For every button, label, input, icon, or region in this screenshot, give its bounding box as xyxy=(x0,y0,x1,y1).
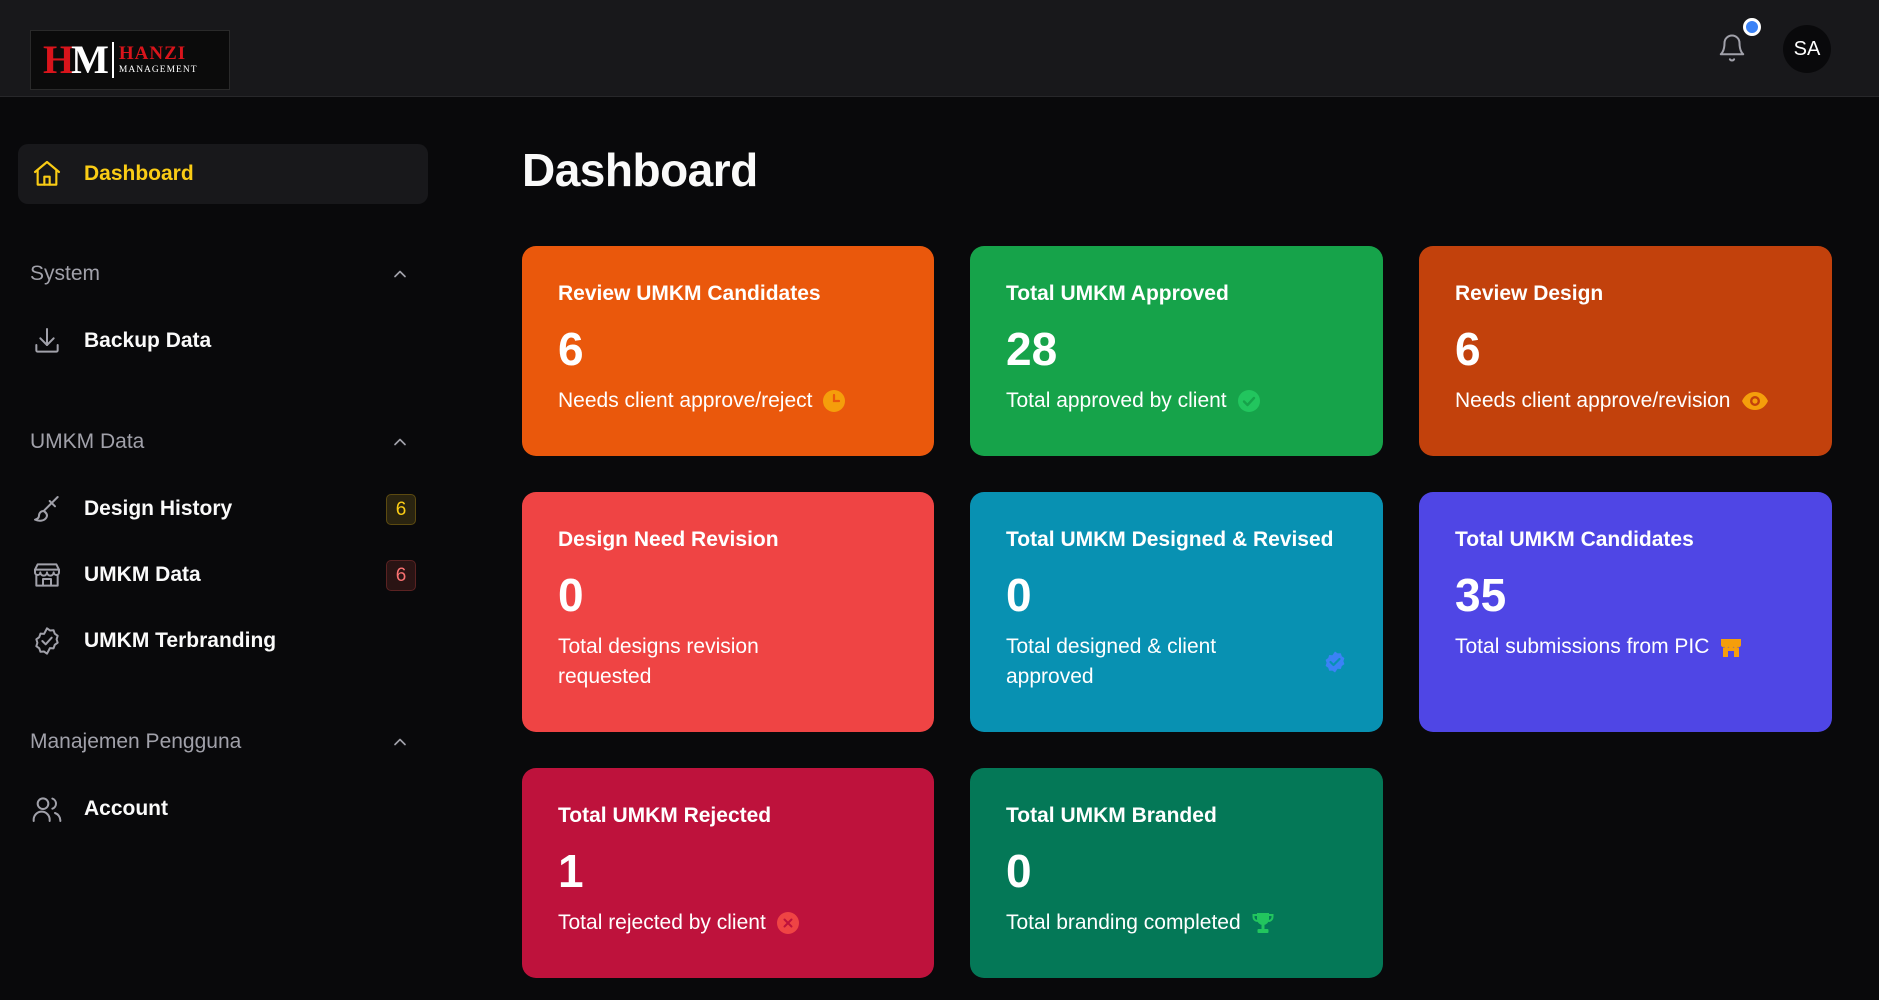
users-icon xyxy=(30,792,64,826)
card-description-text: Needs client approve/revision xyxy=(1455,389,1731,412)
card-description: Total branding completed xyxy=(1006,908,1347,938)
sidebar-item-account[interactable]: Account xyxy=(30,784,416,834)
top-bar: HM HANZI MANAGEMENT SA xyxy=(0,0,1879,97)
logo-subtitle: MANAGEMENT xyxy=(118,65,198,76)
company-logo[interactable]: HM HANZI MANAGEMENT xyxy=(30,30,230,90)
card-review-umkm-candidates[interactable]: Review UMKM Candidates 6 Needs client ap… xyxy=(522,246,934,456)
card-description: Total submissions from PIC xyxy=(1455,632,1796,662)
chevron-up-icon xyxy=(394,438,406,446)
card-value: 0 xyxy=(558,569,584,621)
sidebar-item-label: UMKM Data xyxy=(84,563,201,586)
sidebar-item-dashboard[interactable]: Dashboard xyxy=(18,144,428,204)
x-circle-icon xyxy=(776,912,799,934)
sidebar-item-label: Account xyxy=(84,797,168,820)
store-icon xyxy=(1721,639,1742,657)
chevron-up-icon xyxy=(394,270,406,278)
eye-icon xyxy=(1742,392,1769,410)
count-badge: 6 xyxy=(386,494,416,525)
sidebar-item-label: Design History xyxy=(84,497,233,520)
download-icon xyxy=(30,324,64,358)
card-value: 6 xyxy=(1455,323,1481,375)
card-description-text: Needs client approve/reject xyxy=(558,389,813,412)
sidebar-item-label: UMKM Terbranding xyxy=(84,629,277,652)
store-icon xyxy=(30,558,64,592)
count-badge: 6 xyxy=(386,560,416,591)
notification-dot xyxy=(1743,18,1761,36)
card-title: Total UMKM Approved xyxy=(1006,282,1229,305)
card-value: 35 xyxy=(1455,569,1507,621)
logo-divider xyxy=(111,42,114,78)
logo-text: HANZI MANAGEMENT xyxy=(119,44,198,76)
card-title: Total UMKM Rejected xyxy=(558,804,772,827)
section-umkm-data-toggle[interactable]: UMKM Data xyxy=(30,427,415,457)
logo-brand: HANZI xyxy=(118,43,187,65)
sidebar-item-backup-data[interactable]: Backup Data xyxy=(30,316,416,366)
check-circle-icon xyxy=(1237,390,1260,412)
card-total-umkm-rejected[interactable]: Total UMKM Rejected 1 Total rejected by … xyxy=(522,768,934,978)
avatar[interactable]: SA xyxy=(1783,25,1831,73)
sidebar-item-design-history[interactable]: Design History 6 xyxy=(30,484,416,534)
card-description-text: Total designs revision requested xyxy=(558,635,759,688)
card-description: Needs client approve/reject xyxy=(558,386,898,416)
card-description: Total approved by client xyxy=(1006,386,1347,416)
sidebar-item-umkm-data[interactable]: UMKM Data 6 xyxy=(30,550,416,600)
card-total-umkm-designed-revised[interactable]: Total UMKM Designed & Revised 0 Total de… xyxy=(970,492,1383,732)
sidebar: Dashboard System Backup Data UMKM Data D… xyxy=(0,97,440,1000)
section-system-toggle[interactable]: System xyxy=(30,259,415,289)
page-title: Dashboard xyxy=(522,144,758,196)
card-description-text: Total submissions from PIC xyxy=(1455,635,1710,658)
card-description-text: Total approved by client xyxy=(1006,389,1227,412)
card-value: 0 xyxy=(1006,569,1032,621)
card-value: 1 xyxy=(558,845,584,897)
chevron-up-icon xyxy=(394,738,406,746)
card-review-design[interactable]: Review Design 6 Needs client approve/rev… xyxy=(1419,246,1832,456)
sidebar-item-label: Dashboard xyxy=(84,162,194,185)
home-icon xyxy=(30,157,64,191)
section-title: Manajemen Pengguna xyxy=(30,730,242,753)
card-total-umkm-approved[interactable]: Total UMKM Approved 28 Total approved by… xyxy=(970,246,1383,456)
brush-icon xyxy=(30,492,64,526)
card-value: 6 xyxy=(558,323,584,375)
card-description: Total rejected by client xyxy=(558,908,898,938)
trophy-icon xyxy=(1252,913,1274,933)
card-total-umkm-candidates[interactable]: Total UMKM Candidates 35 Total submissio… xyxy=(1419,492,1832,732)
card-title: Design Need Revision xyxy=(558,528,779,551)
card-description: Total designs revision requested xyxy=(558,632,898,692)
card-description: Needs client approve/revision xyxy=(1455,386,1796,416)
card-title: Review UMKM Candidates xyxy=(558,282,821,305)
section-manajemen-pengguna-toggle[interactable]: Manajemen Pengguna xyxy=(30,727,415,757)
sidebar-item-umkm-terbranding[interactable]: UMKM Terbranding xyxy=(30,616,416,666)
card-total-umkm-branded[interactable]: Total UMKM Branded 0 Total branding comp… xyxy=(970,768,1383,978)
verified-icon xyxy=(1325,651,1345,673)
card-description-text: Total branding completed xyxy=(1006,911,1241,934)
card-design-need-revision[interactable]: Design Need Revision 0 Total designs rev… xyxy=(522,492,934,732)
section-title: UMKM Data xyxy=(30,430,145,453)
card-value: 0 xyxy=(1006,845,1032,897)
card-value: 28 xyxy=(1006,323,1058,375)
card-title: Review Design xyxy=(1455,282,1604,305)
card-description: Total designed & client approved xyxy=(1006,632,1347,692)
sidebar-item-label: Backup Data xyxy=(84,329,212,352)
section-title: System xyxy=(30,262,101,285)
card-description-text: Total designed & client approved xyxy=(1006,635,1217,688)
card-title: Total UMKM Branded xyxy=(1006,804,1217,827)
card-description-text: Total rejected by client xyxy=(558,911,766,934)
badge-check-icon xyxy=(30,624,64,658)
clock-icon xyxy=(823,390,846,412)
card-title: Total UMKM Candidates xyxy=(1455,528,1694,551)
card-title: Total UMKM Designed & Revised xyxy=(1006,528,1334,551)
logo-mark: HM xyxy=(43,37,109,82)
